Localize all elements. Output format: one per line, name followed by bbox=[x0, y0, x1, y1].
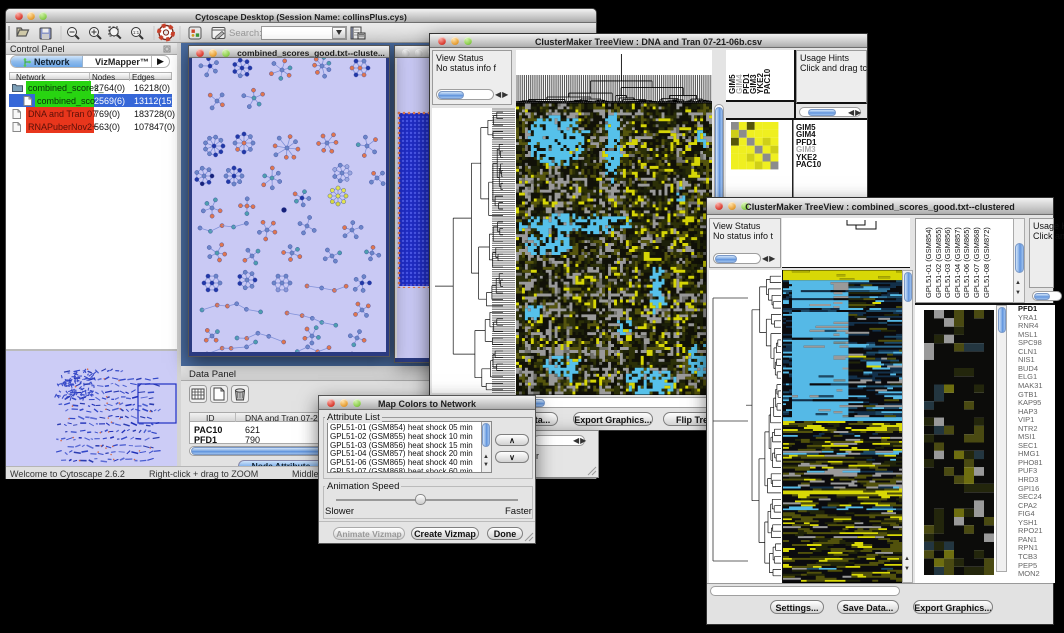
svg-text:1:1: 1:1 bbox=[133, 30, 140, 35]
